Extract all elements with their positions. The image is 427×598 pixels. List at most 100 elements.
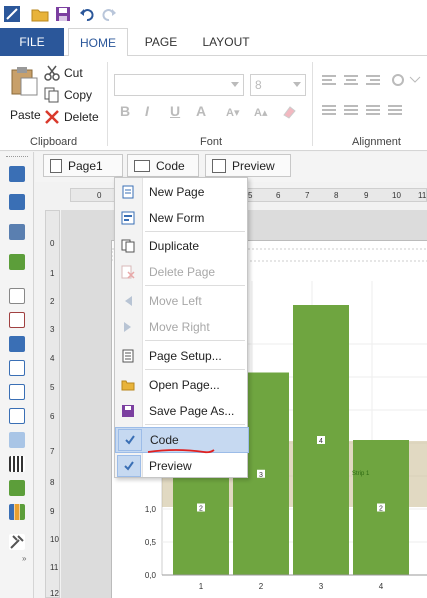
image-object-icon[interactable] [9,432,25,448]
tab-page[interactable]: PAGE [138,28,184,56]
data-band-icon[interactable] [9,224,25,240]
ruler-tick: 3 [50,325,55,334]
y-tick-label: 0,0 [145,571,157,580]
duplicate-icon [121,239,135,253]
bar-value-label: 3 [259,472,263,479]
ruler-tick: 6 [50,412,55,421]
x-tick-label: 4 [379,582,384,591]
menu-item-delete-page: Delete Page [115,259,249,285]
menu-item-open-page[interactable]: Open Page... [115,372,249,398]
menu-label: Page Setup... [149,349,222,363]
save-icon [121,404,135,418]
font-family-combo[interactable] [114,74,244,96]
menu-item-move-right: Move Right [115,314,249,340]
ruler-tick: 9 [364,191,369,200]
x-tick-label: 1 [199,582,204,591]
toolbox-grip[interactable] [6,156,28,158]
clipboard-group-label: Clipboard [30,136,78,148]
barcode-icon[interactable] [9,456,25,472]
new-form-icon [121,211,135,225]
ribbon-home: Paste Cut Copy Delete Clipboard 8 B I U … [0,56,427,151]
font-size-up-icon[interactable]: A▴ [254,106,267,119]
menu-separator [145,285,245,286]
save-icon[interactable] [53,4,73,24]
font-color-button[interactable]: A [196,103,206,119]
label-object-icon[interactable] [9,384,25,400]
menu-separator [145,231,245,232]
rich-text-icon[interactable] [9,312,25,328]
italic-button[interactable]: I [145,103,149,119]
bar-value-label: 4 [319,438,323,445]
menu-item-new-page[interactable]: New Page [115,179,249,205]
ruler-tick: 11 [50,563,59,572]
open-folder-icon[interactable] [30,4,50,24]
ruler-tick: 4 [50,354,55,363]
chart-object-icon[interactable] [9,504,25,520]
font-group-label: Font [200,136,223,148]
tools-icon[interactable] [9,534,25,550]
y-tick-label: 1,0 [145,505,157,514]
ruler-tick: 10 [392,191,401,200]
code-icon [134,159,150,172]
menu-item-save-page-as[interactable]: Save Page As... [115,398,249,424]
tab-home[interactable]: HOME [68,28,128,57]
tab-layout[interactable]: LAYOUT [196,28,256,56]
tab-page1-label: Page1 [68,158,103,173]
menu-item-page-setup[interactable]: Page Setup... [115,343,249,369]
ruler-tick: 8 [50,478,55,487]
ruler-tick: 5 [50,383,55,392]
paste-label: Paste [10,108,41,122]
tab-preview-label: Preview [232,158,275,173]
picture-band-icon[interactable] [9,254,25,270]
menu-label: New Page [149,185,205,199]
copy-label: Copy [64,88,93,102]
paste-button[interactable]: Paste [6,66,42,126]
font-size-combo[interactable]: 8 [250,74,306,96]
toolbox-more-icon[interactable]: » [22,554,26,563]
eraser-icon[interactable] [282,105,296,122]
table-object-icon[interactable] [9,480,25,496]
y-tick-label: 0,5 [145,538,157,547]
tab-code[interactable]: Code [127,154,199,177]
x-tick-label: 2 [259,582,264,591]
ribbon-tabs: FILE HOME PAGE LAYOUT [0,28,427,57]
menu-item-new-form[interactable]: New Form [115,205,249,231]
menu-item-preview[interactable]: Preview [115,453,249,479]
undo-icon[interactable] [77,4,97,24]
menu-label: Save Page As... [149,404,235,418]
delete-button[interactable]: Delete [44,107,99,127]
menu-label: New Form [149,211,205,225]
header-band-icon[interactable] [9,194,25,210]
underline-button[interactable]: U [170,103,180,119]
memo-object-icon[interactable] [9,408,25,424]
tab-preview[interactable]: Preview [205,154,291,177]
menu-item-code[interactable]: Code [115,427,249,454]
cut-button[interactable]: Cut [44,63,83,83]
bold-button[interactable]: B [120,103,130,119]
menu-label: Open Page... [149,378,220,392]
font-size-down-icon[interactable]: A▾ [226,106,239,119]
menu-label: Move Right [149,320,210,334]
ruler-tick: 8 [334,191,339,200]
page-icon [50,158,62,173]
checkbox-object-icon[interactable] [9,360,25,376]
move-left-icon [121,294,135,308]
menu-label: Preview [149,459,192,473]
menu-item-duplicate[interactable]: Duplicate [115,233,249,259]
report-title-band-icon[interactable] [9,166,25,182]
new-page-icon [121,185,135,199]
ruler-tick: 9 [50,507,55,516]
copy-icon [44,87,59,103]
menu-label: Delete Page [149,265,216,279]
tab-page1[interactable]: Page1 [43,154,123,177]
copy-button[interactable]: Copy [44,85,92,105]
component-toolbox: » [0,152,34,598]
text-object-icon[interactable] [9,288,25,304]
x-tick-label: 3 [319,582,324,591]
panel-icon[interactable] [9,336,25,352]
tab-file[interactable]: FILE [0,28,64,56]
ruler-tick: 7 [305,191,310,200]
ruler-tick: 7 [50,447,55,456]
move-right-icon [121,320,135,334]
menu-label: Duplicate [149,239,200,253]
